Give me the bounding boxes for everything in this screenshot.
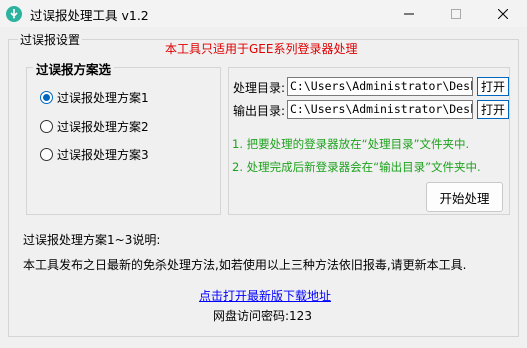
netdisk-password: 网盘访问密码:123 — [213, 309, 312, 323]
compatibility-notice: 本工具只适用于GEE系列登录器处理 — [165, 42, 358, 56]
minimize-button[interactable] — [386, 0, 432, 27]
open-process-dir-button[interactable]: 打开 — [477, 77, 509, 96]
minimize-icon — [404, 13, 414, 14]
description-title: 过误报处理方案1~3说明: — [23, 233, 161, 247]
radio-scheme-1[interactable]: 过误报处理方案1 — [40, 89, 149, 106]
open-output-dir-button[interactable]: 打开 — [477, 100, 509, 119]
start-process-button[interactable]: 开始处理 — [426, 182, 503, 212]
radio-unchecked-icon — [40, 120, 53, 133]
maximize-icon — [451, 8, 461, 19]
radio-label: 过误报处理方案3 — [57, 148, 149, 162]
scheme-group-label: 过误报方案选 — [33, 59, 115, 78]
window-title: 过误报处理工具 v1.2 — [30, 8, 149, 23]
instruction-step-2: 2. 处理完成后新登录器会在“输出目录”文件夹中. — [232, 160, 481, 174]
description-body: 本工具发布之日最新的免杀处理方法,如若使用以上三种方法依旧报毒,请更新本工具. — [23, 258, 467, 272]
radio-scheme-2[interactable]: 过误报处理方案2 — [40, 118, 149, 135]
download-link[interactable]: 点击打开最新版下载地址 — [199, 287, 331, 304]
radio-scheme-3[interactable]: 过误报处理方案3 — [40, 146, 149, 163]
process-dir-label: 处理目录: — [233, 81, 286, 95]
close-icon — [498, 8, 508, 19]
radio-checked-icon — [40, 91, 53, 104]
output-dir-input[interactable]: C:\Users\Administrator\Desktop — [287, 100, 473, 119]
output-dir-label: 输出目录: — [233, 104, 286, 118]
instruction-step-1: 1. 把要处理的登录器放在“处理目录”文件夹中. — [232, 137, 470, 151]
title-bar: 过误报处理工具 v1.2 — [0, 0, 527, 27]
radio-label: 过误报处理方案2 — [57, 120, 149, 134]
process-dir-input[interactable]: C:\Users\Administrator\Desktop — [287, 77, 473, 96]
app-icon — [6, 6, 22, 22]
radio-unchecked-icon — [40, 148, 53, 161]
settings-group-label: 过误报设置 — [18, 31, 83, 48]
maximize-button[interactable] — [433, 0, 479, 27]
radio-label: 过误报处理方案1 — [57, 91, 149, 105]
close-button[interactable] — [480, 0, 526, 27]
